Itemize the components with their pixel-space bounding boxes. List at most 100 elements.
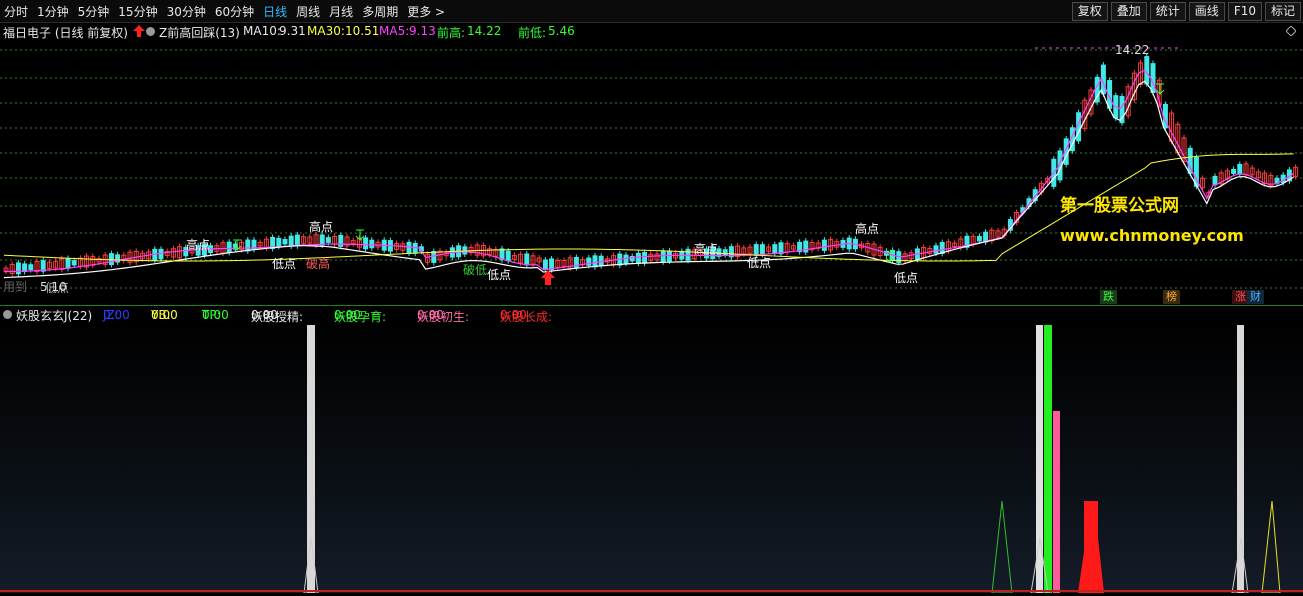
indicator-bar-pink	[1053, 411, 1060, 593]
restore-rights-button[interactable]: 复权	[1071, 2, 1108, 21]
candle-body	[15, 262, 21, 275]
candlestick-chart	[0, 47, 1303, 289]
candle-body	[325, 237, 331, 243]
tab-period-15min[interactable]: 15分钟	[118, 3, 157, 20]
draw-line-button[interactable]: 画线	[1188, 2, 1225, 21]
ma30-label: MA30:	[307, 24, 345, 38]
candle-body	[542, 259, 548, 271]
indicator-chart	[0, 325, 1303, 594]
badge-finance[interactable]: 财	[1247, 290, 1264, 304]
f10-button[interactable]: F10	[1227, 2, 1262, 21]
ma5-label: MA5:	[379, 24, 410, 38]
candle-body	[939, 241, 945, 254]
ma5-value: 9.13	[409, 24, 436, 38]
candle-body	[1231, 168, 1237, 174]
low-point-label: 低点	[487, 268, 512, 282]
high-point-label: 高点	[855, 222, 880, 236]
period-tabs: 分时 1分钟 5分钟 15分钟 30分钟 60分钟 日线 周线 月线 多周期 更…	[4, 0, 445, 22]
break-low-label: 破低	[463, 263, 488, 277]
prev-low-value: 5.46	[548, 24, 575, 38]
statistics-button[interactable]: 统计	[1149, 2, 1186, 21]
candle-body	[1237, 163, 1243, 175]
badge-fall[interactable]: 跌	[1100, 290, 1117, 304]
candle-body	[288, 235, 294, 247]
candle-body	[933, 245, 939, 254]
candle-body	[294, 234, 300, 247]
chart-tools: 复权 叠加 统计 画线 F10 标记	[1071, 2, 1301, 21]
candlestick-panel[interactable]: 高点 高点 高点 高点 低点 低点 低点 低点 低点 破高 破低 14.22 5…	[0, 40, 1303, 305]
overlay-button[interactable]: 叠加	[1110, 2, 1147, 21]
prev-high-label: 前高:	[437, 26, 466, 40]
tab-period-timeshare[interactable]: 分时	[4, 3, 28, 20]
tab-period-multi[interactable]: 多周期	[362, 3, 398, 20]
candle-body	[412, 242, 418, 254]
candle-body	[282, 239, 288, 245]
indicator-bar-green	[1044, 325, 1052, 593]
indicator-panel[interactable]	[0, 323, 1303, 594]
ma10-label: MA10:	[243, 24, 281, 38]
prev-low-label: 前低:	[518, 26, 547, 40]
mark-button[interactable]: 标记	[1264, 2, 1301, 21]
high-price-marker: 14.22	[1115, 43, 1150, 57]
indicator-spike-yellow	[1261, 500, 1281, 594]
indicator-infobar: 妖股玄玄J(22) JZ: 0.00 YB: 0.00 TP: 0.00 妖股授…	[0, 306, 1303, 324]
candle-body	[158, 248, 164, 260]
candle-body	[592, 255, 598, 268]
low-point-label: 低点	[272, 257, 297, 271]
ma30-value: 10.51	[345, 24, 380, 38]
indicator-spike-green	[991, 500, 1013, 594]
tab-period-daily[interactable]: 日线	[263, 3, 287, 20]
candle-body	[660, 250, 666, 263]
tab-period-1min[interactable]: 1分钟	[37, 3, 69, 20]
candle-body	[431, 250, 437, 263]
tab-period-30min[interactable]: 30分钟	[167, 3, 206, 20]
candle-body	[642, 251, 648, 264]
candle-body	[821, 239, 827, 251]
candle-body	[976, 235, 982, 242]
candle-body	[635, 252, 641, 264]
candle-body	[505, 250, 511, 262]
tab-period-more[interactable]: 更多 >	[407, 3, 445, 20]
tab-period-60min[interactable]: 60分钟	[215, 3, 254, 20]
indicator-bar-white	[307, 325, 315, 593]
candle-body	[319, 234, 325, 246]
high-point-label: 高点	[309, 220, 334, 234]
candle-body	[406, 241, 412, 254]
low-price-marker: 5.10	[40, 280, 67, 294]
candle-body	[369, 239, 375, 249]
badge-rank[interactable]: 榜	[1163, 290, 1180, 304]
candle-body	[598, 255, 604, 266]
prev-high-value: 14.22	[467, 24, 502, 38]
candle-body	[462, 246, 468, 255]
tab-period-monthly[interactable]: 月线	[329, 3, 353, 20]
watermark-title: 第一股票公式网	[1060, 196, 1179, 216]
candle-body	[108, 253, 114, 266]
candle-body	[226, 241, 232, 253]
faded-label: 用到	[3, 280, 28, 294]
candle-body	[28, 264, 34, 271]
low-point-label: 低点	[747, 256, 772, 270]
main-chart-infobar: 福日电子 (日线 前复权) Z前高回踩(13) MA10: 9.31 MA30:…	[0, 23, 1303, 40]
tab-period-weekly[interactable]: 周线	[296, 3, 320, 20]
candle-body	[276, 237, 282, 247]
ma10-value: 9.31	[279, 24, 306, 38]
candle-body	[759, 244, 765, 255]
expand-diamond-icon[interactable]	[1285, 25, 1297, 39]
candle-body	[245, 239, 251, 252]
formula-name[interactable]: Z前高回踩(13)	[159, 24, 240, 41]
candle-body	[65, 258, 71, 269]
candle-body	[71, 260, 77, 266]
up-arrow-icon	[133, 25, 145, 40]
candle-body	[40, 260, 46, 272]
candle-body	[363, 237, 369, 250]
candle-body	[22, 263, 28, 273]
candle-body	[524, 253, 530, 266]
indicator-name[interactable]: 妖股玄玄J(22)	[16, 307, 92, 324]
stock-title: 福日电子 (日线 前复权)	[3, 26, 128, 40]
watermark-url: www.chnmoney.com	[1060, 226, 1244, 245]
break-high-label: 破高	[306, 257, 331, 271]
high-point-label: 高点	[694, 242, 719, 256]
tab-period-5min[interactable]: 5分钟	[78, 3, 110, 20]
candle-body	[772, 244, 778, 254]
low-point-label: 低点	[894, 271, 919, 285]
